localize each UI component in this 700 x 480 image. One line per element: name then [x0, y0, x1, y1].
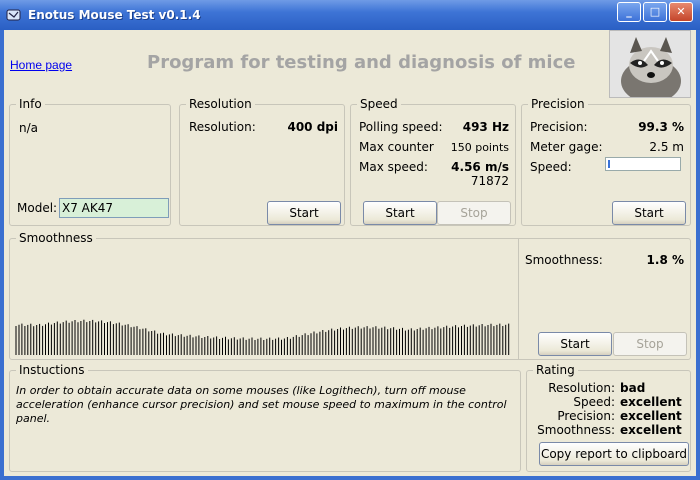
max-speed-value: 4.56 m/s: [451, 160, 509, 174]
smoothness-value: 1.8 %: [646, 253, 684, 267]
precision-speed-bar: [605, 157, 681, 171]
title-bar[interactable]: Enotus Mouse Test v0.1.4 _ □ ✕: [0, 0, 700, 30]
rating-legend: Rating: [533, 363, 578, 377]
rating-group: Rating Resolution: bad Speed: excellent …: [526, 363, 691, 472]
precision-legend: Precision: [528, 97, 588, 111]
rating-resolution-value: bad: [620, 381, 646, 395]
smoothness-start-button[interactable]: Start: [538, 332, 612, 356]
resolution-group: Resolution Resolution: 400 dpi Start: [179, 97, 345, 226]
speed-extra-value: 71872: [470, 174, 509, 188]
copy-report-button[interactable]: Copy report to clipboard: [539, 442, 689, 466]
window-title: Enotus Mouse Test v0.1.4: [28, 8, 201, 22]
speed-group: Speed Polling speed: 493 Hz Max counter …: [350, 97, 516, 226]
max-counter-label: Max counter: [359, 140, 434, 154]
meter-gage-value: 2.5 m: [649, 140, 684, 154]
meter-gage-label: Meter gage:: [530, 140, 603, 154]
model-field[interactable]: X7 AK47: [59, 198, 169, 218]
resolution-start-button[interactable]: Start: [267, 201, 341, 225]
client-area: Home page Program for testing and diagno…: [4, 30, 696, 476]
precision-speed-label: Speed:: [530, 160, 572, 174]
maximize-button[interactable]: □: [643, 2, 667, 22]
precision-start-button[interactable]: Start: [612, 201, 686, 225]
rating-speed-label: Speed:: [573, 395, 615, 409]
smoothness-legend: Smoothness: [16, 231, 96, 245]
precision-speed-bar-fill: [608, 160, 610, 168]
rating-smoothness-value: excellent: [620, 423, 682, 437]
model-label: Model:: [17, 201, 58, 215]
headline: Program for testing and diagnosis of mic…: [147, 52, 576, 73]
rating-smoothness-label: Smoothness:: [537, 423, 615, 437]
smoothness-divider: [518, 239, 519, 359]
speed-stop-button[interactable]: Stop: [437, 201, 511, 225]
rating-precision-label: Precision:: [557, 409, 615, 423]
instructions-group: Instuctions In order to obtain accurate …: [9, 363, 521, 472]
home-page-link[interactable]: Home page: [10, 58, 72, 72]
minimize-button[interactable]: _: [617, 2, 641, 22]
rating-precision-value: excellent: [620, 409, 682, 423]
info-legend: Info: [16, 97, 45, 111]
smoothness-stop-button[interactable]: Stop: [613, 332, 687, 356]
instructions-legend: Instuctions: [16, 363, 88, 377]
precision-group: Precision Precision: 99.3 % Meter gage: …: [521, 97, 691, 226]
max-speed-label: Max speed:: [359, 160, 428, 174]
polling-speed-label: Polling speed:: [359, 120, 443, 134]
resolution-value: 400 dpi: [287, 120, 338, 134]
smoothness-group: Smoothness Smoothness: 1.8 % Start Stop: [9, 231, 691, 360]
close-button[interactable]: ✕: [669, 2, 693, 22]
resolution-label: Resolution:: [189, 120, 256, 134]
precision-label: Precision:: [530, 120, 588, 134]
rating-resolution-label: Resolution:: [548, 381, 615, 395]
resolution-legend: Resolution: [186, 97, 255, 111]
rating-speed-value: excellent: [620, 395, 682, 409]
mouse-app-icon: [6, 9, 21, 21]
precision-value: 99.3 %: [638, 120, 684, 134]
app-window: Enotus Mouse Test v0.1.4 _ □ ✕ Home page…: [0, 0, 700, 480]
info-value: n/a: [19, 121, 39, 135]
smoothness-graph: [15, 319, 510, 355]
raccoon-image: [609, 30, 691, 98]
speed-legend: Speed: [357, 97, 401, 111]
instructions-text: In order to obtain accurate data on some…: [16, 384, 507, 425]
speed-start-button[interactable]: Start: [363, 201, 437, 225]
polling-speed-value: 493 Hz: [462, 120, 509, 134]
info-group: Info n/a Model: X7 AK47: [9, 97, 171, 226]
max-counter-value: 150 points: [450, 141, 509, 154]
smoothness-label: Smoothness:: [525, 253, 603, 267]
